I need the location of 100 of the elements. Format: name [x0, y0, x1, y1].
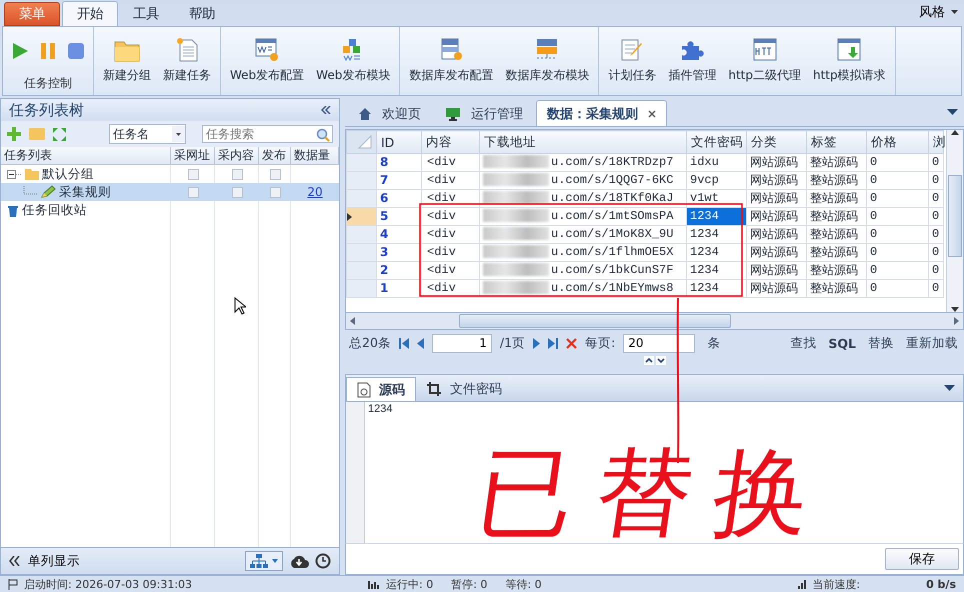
- checkbox[interactable]: [188, 186, 198, 198]
- scroll-right-icon: [954, 317, 959, 325]
- toolbar-button[interactable]: 插件管理: [663, 34, 722, 88]
- previous-page-icon[interactable]: [416, 338, 424, 348]
- column-header: 文件密码: [686, 130, 746, 154]
- first-page-icon[interactable]: [398, 338, 409, 348]
- table-cell: 整站源码: [806, 190, 866, 208]
- table-cell: 1234: [686, 244, 746, 262]
- table-cell: <div: [422, 244, 480, 262]
- toolbar-button[interactable]: 数据库发布模块: [500, 34, 594, 88]
- table-cell: 整站源码: [806, 208, 866, 226]
- blurred-region: [483, 155, 549, 168]
- checkbox[interactable]: [270, 168, 280, 180]
- clock-icon[interactable]: [315, 553, 331, 570]
- bar-chart-icon: [368, 579, 380, 590]
- toolbar-button[interactable]: 新建分组: [98, 34, 156, 88]
- collapse-up-icon[interactable]: [644, 356, 654, 365]
- checkbox[interactable]: [232, 168, 242, 180]
- toolbar-link[interactable]: 重新加载: [904, 334, 960, 352]
- toolbar-button[interactable]: http二级代理: [723, 34, 806, 88]
- dropdown-icon[interactable]: [944, 385, 955, 391]
- tree-item[interactable]: 采集规则: [1, 183, 171, 201]
- cloud-download-icon[interactable]: [289, 553, 309, 570]
- toolbar-button[interactable]: 新建任务: [158, 34, 216, 88]
- table-cell: u.com/s/1mtSOmsPA: [480, 208, 686, 226]
- single-column-button[interactable]: 单列显示: [9, 552, 80, 570]
- search-field[interactable]: 任务搜索: [202, 125, 333, 143]
- play-icon[interactable]: [10, 41, 30, 61]
- table-cell: 整站源码: [806, 154, 866, 172]
- status-text: 暂停: 0: [451, 576, 488, 592]
- monitor-icon: [445, 106, 461, 120]
- crop-icon: [426, 381, 442, 397]
- ribbon-tab[interactable]: 工具: [118, 1, 174, 26]
- toolbar-button[interactable]: http模拟请求: [808, 34, 891, 88]
- pause-icon[interactable]: [38, 41, 58, 61]
- close-icon[interactable]: [566, 338, 578, 348]
- table-cell: 1234: [686, 208, 746, 226]
- column-header: 标签: [806, 130, 866, 154]
- ribbon-tab[interactable]: 帮助: [174, 1, 230, 26]
- expand-down-icon[interactable]: [656, 356, 666, 365]
- collapse-icon[interactable]: [7, 170, 22, 178]
- table-cell: 0: [928, 244, 944, 262]
- document-icon: [357, 382, 371, 398]
- stop-icon[interactable]: [66, 41, 86, 61]
- collapse-icon[interactable]: [321, 106, 331, 114]
- table-cell: 0: [866, 208, 928, 226]
- document-tab[interactable]: 数据：采集规则: [536, 100, 667, 126]
- table-cell: 9vcp: [686, 172, 746, 190]
- blurred-region: [483, 263, 549, 276]
- toolbar-link[interactable]: 查找: [788, 334, 818, 352]
- page-size-label: 每页:: [585, 334, 616, 352]
- blurred-region: [483, 227, 549, 240]
- toolbar-button[interactable]: 计划任务: [603, 34, 662, 88]
- editor-text[interactable]: 1234: [365, 402, 396, 544]
- group-label: 任务控制: [23, 75, 73, 92]
- toolbar-link[interactable]: SQL: [826, 336, 858, 350]
- expand-icon[interactable]: [53, 128, 66, 140]
- tree-item[interactable]: 任务回收站: [1, 201, 171, 219]
- hierarchy-dropdown[interactable]: [245, 551, 283, 572]
- table-cell: u.com/s/1MoK8X_9U: [480, 226, 686, 244]
- web-page-gear-icon: [254, 38, 280, 62]
- tree-item[interactable]: 默认分组: [1, 165, 171, 183]
- page-size-field[interactable]: 20: [623, 334, 696, 352]
- ribbon-tab[interactable]: 开始: [62, 1, 118, 26]
- page-field[interactable]: 1: [432, 334, 492, 352]
- detail-tab[interactable]: 源码: [346, 377, 416, 401]
- dropdown-icon[interactable]: [947, 109, 958, 115]
- save-button[interactable]: 保存: [885, 548, 959, 570]
- checkbox[interactable]: [270, 186, 280, 198]
- toolbar-button[interactable]: Web发布配置: [225, 34, 310, 88]
- vertical-scrollbar[interactable]: [946, 130, 963, 312]
- close-icon[interactable]: [648, 110, 656, 118]
- style-menu[interactable]: 风格: [913, 3, 964, 26]
- search-icon[interactable]: [316, 128, 330, 142]
- filter-dropdown[interactable]: 任务名: [109, 124, 186, 144]
- hierarchy-icon: [250, 554, 268, 568]
- table-cell: 1234: [686, 226, 746, 244]
- document-tab[interactable]: 欢迎页: [347, 100, 432, 126]
- detail-tab[interactable]: 文件密码: [416, 377, 512, 401]
- document-tab[interactable]: 运行管理: [434, 100, 534, 126]
- toolbar-button[interactable]: 数据库发布配置: [404, 34, 498, 88]
- toolbar-link[interactable]: 替换: [866, 334, 896, 352]
- next-page-icon[interactable]: [533, 338, 540, 348]
- column-header: 数据量: [291, 147, 339, 165]
- table-cell: 整站源码: [806, 244, 866, 262]
- document-icon: [174, 38, 200, 62]
- signal-icon: [798, 579, 806, 590]
- horizontal-scrollbar[interactable]: [345, 313, 964, 330]
- table-cell: u.com/s/18KTRDzp7: [480, 154, 686, 172]
- checkbox[interactable]: [188, 168, 198, 180]
- table-cell: 6: [376, 190, 422, 208]
- last-page-icon[interactable]: [548, 338, 558, 348]
- toolbar-button[interactable]: Web发布模块: [311, 34, 396, 88]
- table-cell: 1: [376, 280, 422, 298]
- table-cell: 整站源码: [806, 226, 866, 244]
- table-cell: 0: [928, 262, 944, 280]
- add-icon[interactable]: [7, 127, 21, 141]
- checkbox[interactable]: [232, 186, 242, 198]
- flag-icon: [8, 578, 18, 590]
- row-header[interactable]: [346, 208, 376, 226]
